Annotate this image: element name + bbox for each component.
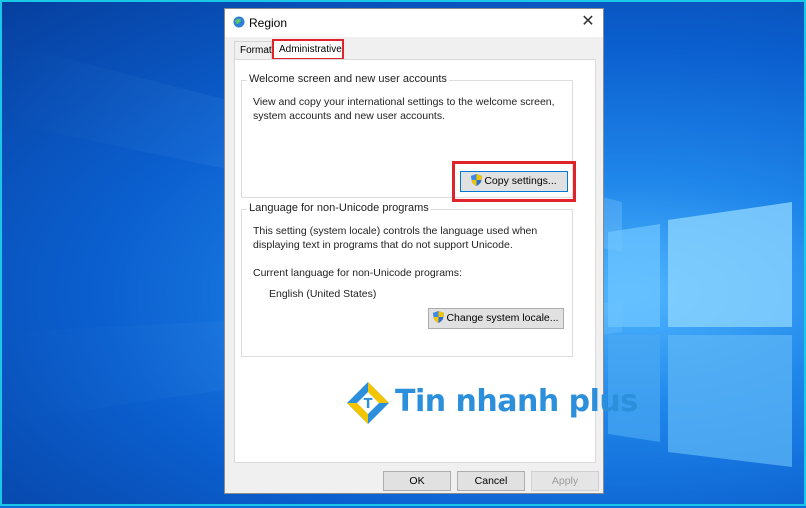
welcome-group-legend: Welcome screen and new user accounts [247, 73, 449, 85]
copy-settings-label: Copy settings... [484, 175, 557, 187]
welcome-group: Welcome screen and new user accounts Vie… [241, 73, 576, 202]
unicode-group: Language for non-Unicode programs This s… [241, 202, 573, 357]
tab-formats[interactable]: Formats [234, 41, 277, 59]
window-title: Region [249, 16, 288, 30]
globe-icon [233, 16, 245, 28]
copy-settings-button[interactable]: Copy settings... [460, 171, 568, 192]
uac-shield-icon [471, 174, 483, 186]
tab-administrative[interactable]: Administrative [272, 39, 344, 60]
logo-diamond-icon: T [347, 382, 389, 424]
title-bar: Region ✕ [225, 9, 603, 37]
cancel-button[interactable]: Cancel [457, 471, 525, 491]
unicode-description-line2: displaying text in programs that do not … [253, 239, 513, 251]
change-system-locale-button[interactable]: Change system locale... [428, 308, 564, 329]
apply-button[interactable]: Apply [531, 471, 599, 491]
current-language-label: Current language for non-Unicode program… [253, 267, 462, 279]
ok-button[interactable]: OK [383, 471, 451, 491]
tab-content-panel: Welcome screen and new user accounts Vie… [234, 59, 638, 463]
change-locale-label: Change system locale... [446, 312, 559, 324]
unicode-group-legend: Language for non-Unicode programs [247, 202, 431, 214]
close-button[interactable]: ✕ [579, 13, 597, 31]
welcome-description-line1: View and copy your international setting… [253, 96, 555, 108]
watermark-text: Tin nhanh plus [395, 384, 638, 419]
unicode-description-line1: This setting (system locale) controls th… [253, 225, 538, 237]
logo-letter: T [364, 397, 373, 412]
welcome-description-line2: system accounts and new user accounts. [253, 110, 446, 122]
current-language-value: English (United States) [269, 288, 377, 300]
uac-shield-icon [433, 311, 445, 323]
watermark-logo: T Tin nhanh plus [345, 378, 638, 434]
region-dialog: Region ✕ Formats Administrative Welcome … [224, 8, 638, 494]
